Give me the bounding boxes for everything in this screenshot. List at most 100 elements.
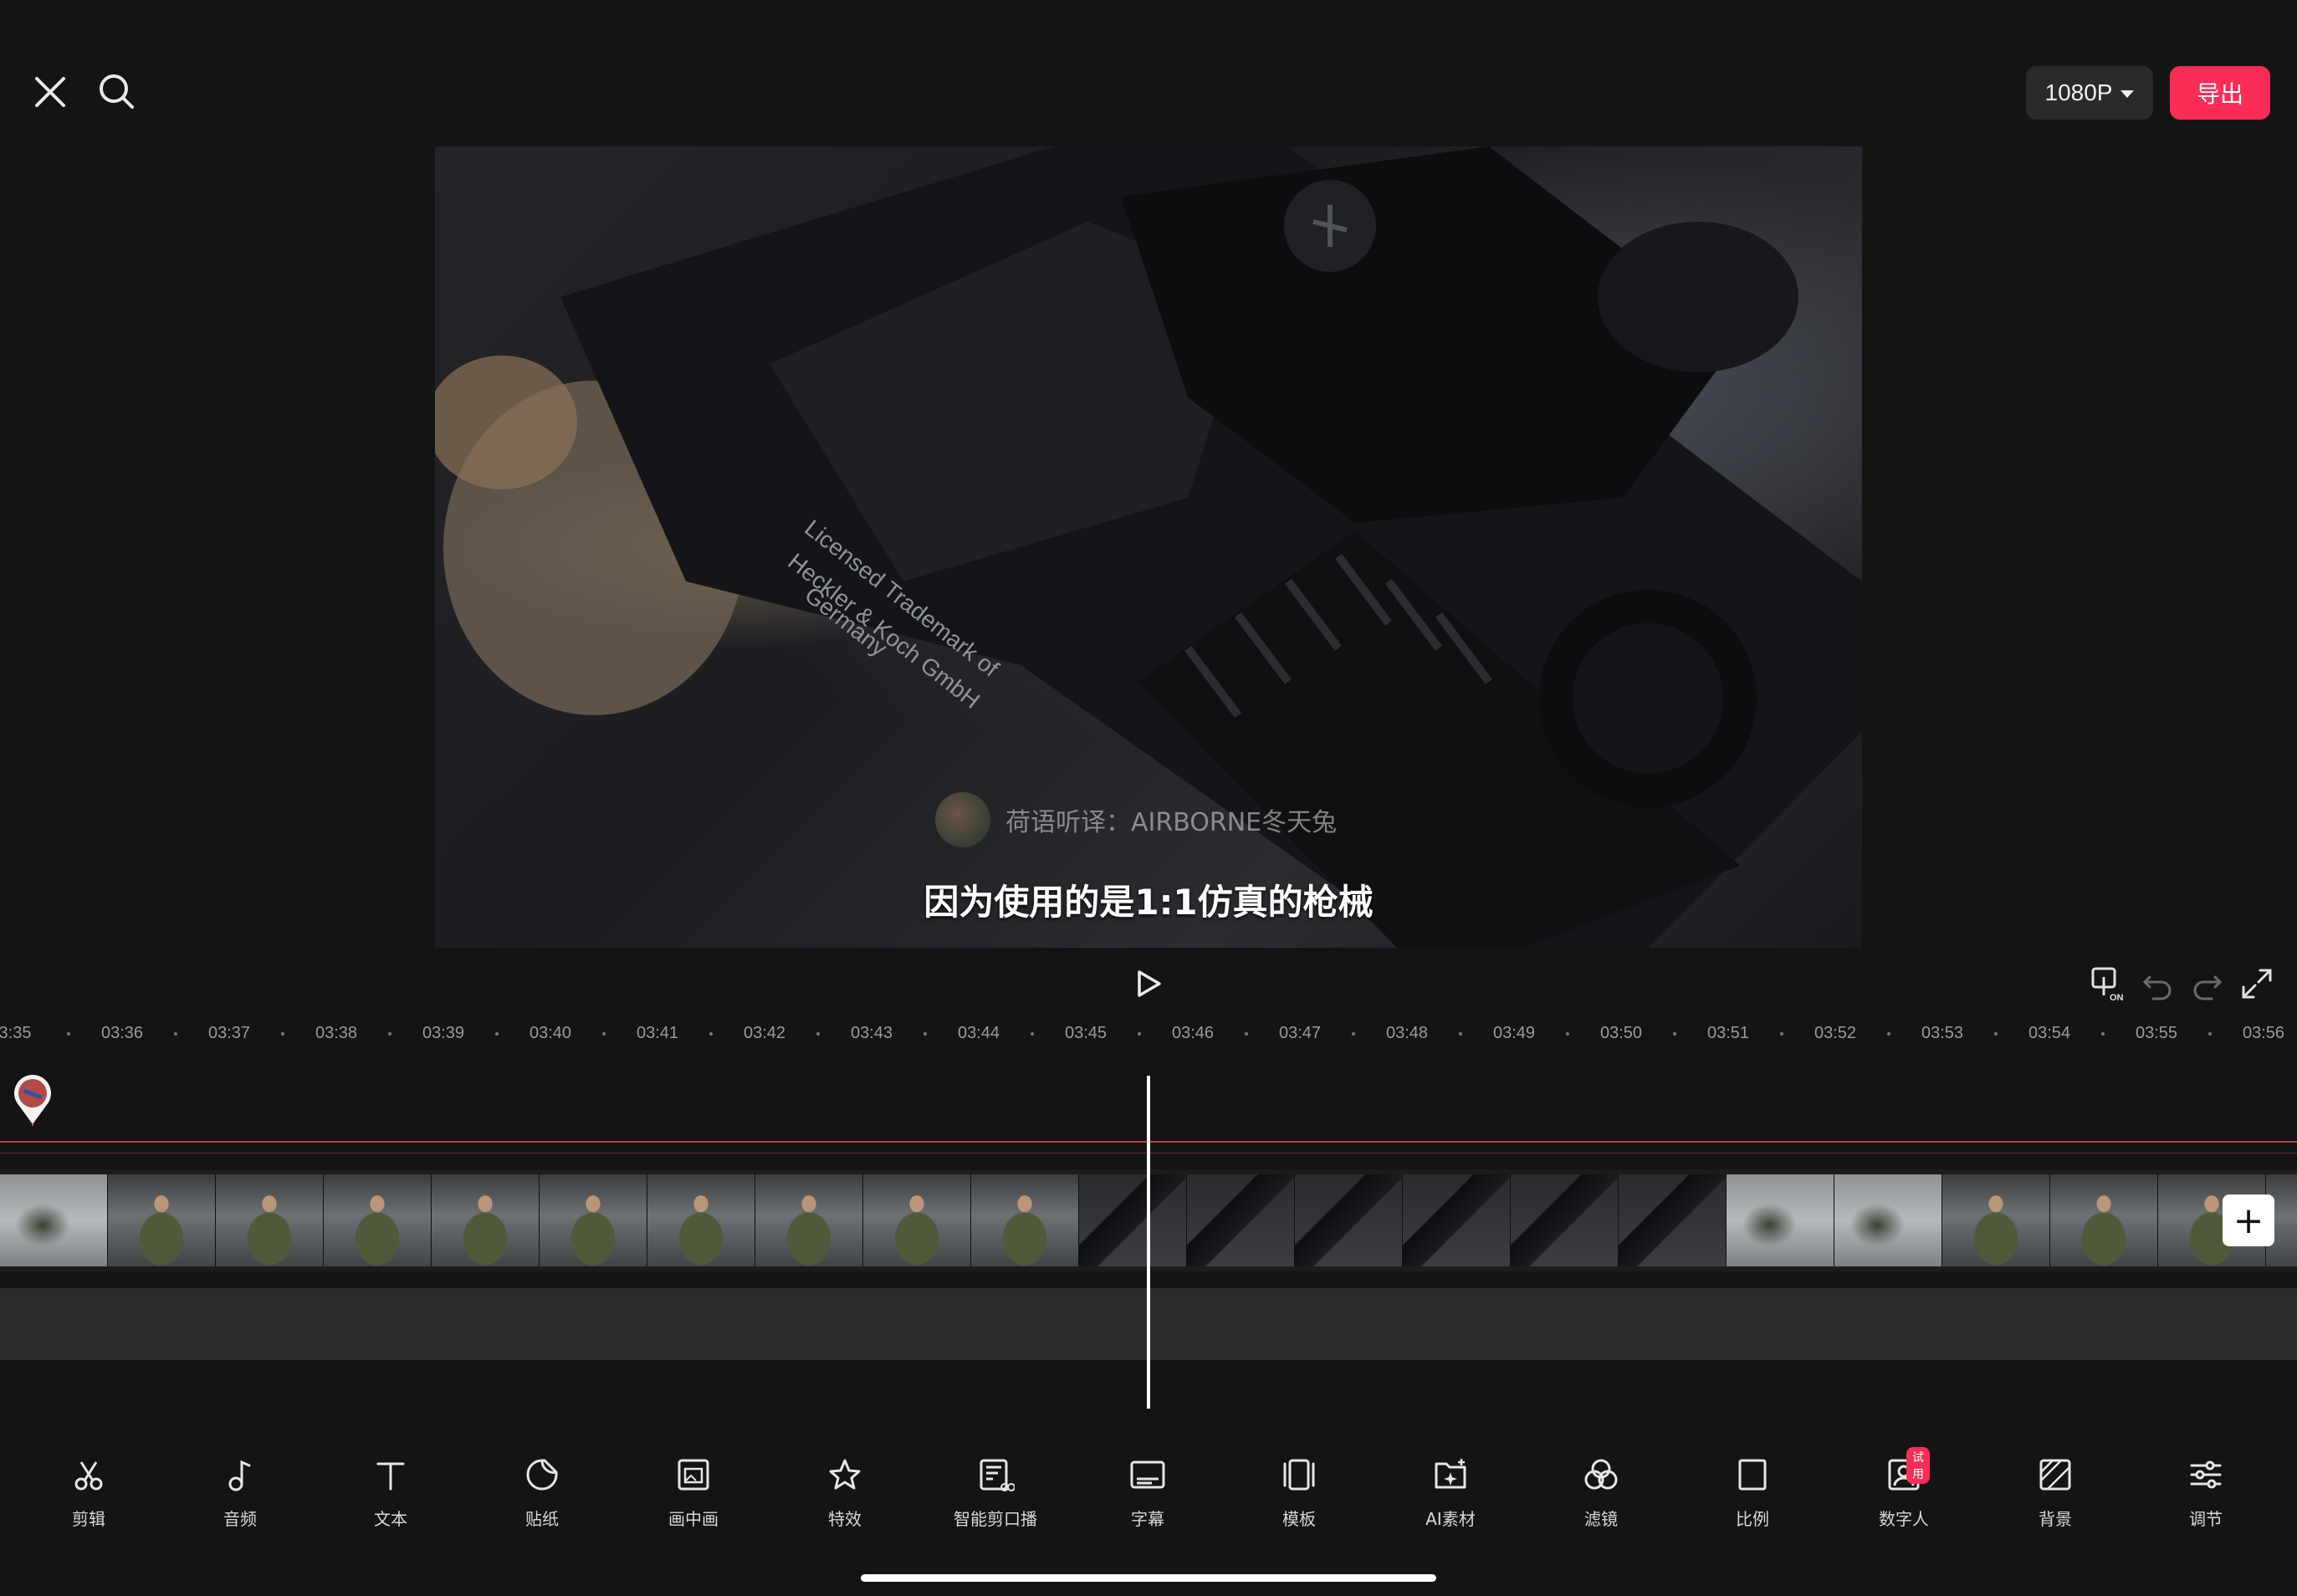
- clip-thumbnail: [2050, 1174, 2158, 1266]
- ruler-tick: [1566, 1032, 1569, 1036]
- clip-thumbnail: [1834, 1174, 1942, 1266]
- ruler-tick: [388, 1032, 391, 1036]
- clip-thumbnail: [324, 1174, 432, 1266]
- clip-thumbnail: [216, 1174, 324, 1266]
- home-indicator[interactable]: [861, 1574, 1436, 1582]
- ruler-time-label: 03:51: [1706, 1024, 1750, 1042]
- ruler-time-label: 03:55: [2135, 1024, 2178, 1042]
- undo-icon[interactable]: [2140, 965, 2177, 1002]
- toolbar-item-smart-cut[interactable]: 智能剪口播: [933, 1455, 1058, 1539]
- clip-thumbnail: [540, 1174, 647, 1266]
- ruler-tick: [495, 1032, 499, 1036]
- video-subtitle[interactable]: 因为使用的是1:1仿真的枪械: [435, 874, 1862, 925]
- toolbar-item-ai-material[interactable]: AI素材: [1388, 1455, 1513, 1539]
- ruler-time-label: 03:45: [1064, 1024, 1108, 1042]
- clip-thumbnail: [108, 1174, 216, 1266]
- ruler-time-label: 03:43: [850, 1024, 893, 1042]
- ruler-tick: [816, 1032, 820, 1036]
- ruler-tick: [1031, 1032, 1034, 1036]
- ruler-tick: [923, 1032, 927, 1036]
- toolbar-item-label: 文本: [374, 1509, 407, 1529]
- export-button[interactable]: 导出: [2170, 66, 2270, 120]
- toolbar-item-label: 比例: [1736, 1509, 1769, 1529]
- watermark-text: 荷语听译：AIRBORNE冬天兔: [1005, 808, 1338, 837]
- toolbar-item-label: 贴纸: [525, 1509, 559, 1529]
- channel-logo: [935, 792, 990, 847]
- clip-thumbnail: [1187, 1174, 1295, 1266]
- toolbar-item-background[interactable]: 背景: [1993, 1455, 2118, 1539]
- toolbar-item-ratio[interactable]: 比例: [1690, 1455, 1815, 1539]
- toolbar-item-sticker[interactable]: 贴纸: [479, 1455, 605, 1539]
- ruler-time-label: 03:54: [2028, 1024, 2071, 1042]
- filter-icon: [1582, 1455, 1620, 1497]
- subtitle-icon: [1128, 1455, 1167, 1497]
- ruler-time-label: 03:40: [529, 1024, 572, 1042]
- cover-marker-icon[interactable]: [10, 1074, 55, 1126]
- ruler-tick: [67, 1032, 70, 1036]
- ai-material-icon: [1431, 1455, 1470, 1497]
- toolbar-item-picture-in-picture[interactable]: 画中画: [631, 1455, 756, 1539]
- ruler-time-label: 03:42: [743, 1024, 786, 1042]
- clip-thumbnail: [1727, 1174, 1834, 1266]
- toolbar-item-effects-star[interactable]: 特效: [782, 1455, 908, 1539]
- ruler-time-label: 03:38: [315, 1024, 358, 1042]
- effects-star-icon: [826, 1455, 864, 1497]
- ruler-tick: [281, 1032, 284, 1036]
- toolbar-item-label: 背景: [2039, 1509, 2072, 1529]
- clip-thumbnail: [1403, 1174, 1511, 1266]
- clip-thumbnail: [1295, 1174, 1403, 1266]
- music-note-icon: [221, 1455, 259, 1497]
- toolbar-item-music-note[interactable]: 音频: [177, 1455, 303, 1539]
- toolbar-item-adjust[interactable]: 调节: [2143, 1455, 2269, 1539]
- toolbar-item-text[interactable]: 文本: [328, 1455, 453, 1539]
- text-icon: [371, 1455, 410, 1497]
- ruler-tick: [1780, 1032, 1783, 1036]
- toolbar-item-label: 音频: [223, 1509, 257, 1529]
- ruler-time-label: 03:39: [422, 1024, 465, 1042]
- video-preview[interactable]: Licensed Trademark of Heckler & Koch Gmb…: [435, 146, 1862, 948]
- toolbar-item-label: 滤镜: [1584, 1509, 1618, 1529]
- toolbar-item-label: 调节: [2189, 1509, 2223, 1529]
- sticker-icon: [523, 1455, 561, 1497]
- ruler-time-label: 3:35: [0, 1024, 32, 1042]
- digital-human-icon: 试用: [1885, 1447, 1930, 1497]
- playhead[interactable]: [1147, 1076, 1150, 1409]
- picture-in-picture-icon: [674, 1455, 713, 1497]
- fullscreen-icon[interactable]: [2238, 965, 2275, 1002]
- ruler-tick: [1994, 1032, 1998, 1036]
- clip-thumbnail: [1079, 1174, 1187, 1266]
- toolbar-item-subtitle[interactable]: 字幕: [1085, 1455, 1210, 1539]
- keyframe-on-icon[interactable]: ON: [2090, 965, 2126, 1003]
- play-icon[interactable]: [1129, 965, 1166, 1002]
- clip-thumbnail: [647, 1174, 755, 1266]
- clip-thumbnail: [1619, 1174, 1727, 1266]
- template-icon: [1280, 1455, 1318, 1497]
- ruler-tick: [1673, 1032, 1676, 1036]
- toolbar-item-label: 数字人: [1879, 1509, 1929, 1529]
- ruler-time-label: 03:53: [1921, 1024, 1964, 1042]
- scissors-icon: [69, 1455, 108, 1497]
- ruler-tick: [1352, 1032, 1355, 1036]
- toolbar-item-scissors[interactable]: 剪辑: [26, 1455, 151, 1539]
- clip-thumbnail: [432, 1174, 540, 1266]
- watermark: 荷语听译：AIRBORNE冬天兔: [935, 790, 1337, 849]
- ruler-tick: [709, 1032, 713, 1036]
- ruler-time-label: 03:44: [957, 1024, 1000, 1042]
- close-icon[interactable]: [28, 70, 72, 114]
- toolbar-item-label: 智能剪口播: [954, 1509, 1037, 1529]
- caret-down-icon: [2121, 90, 2135, 98]
- clip-thumbnail: [1511, 1174, 1619, 1266]
- toolbar-item-template[interactable]: 模板: [1236, 1455, 1362, 1539]
- resolution-dropdown[interactable]: 1080P: [2026, 66, 2153, 120]
- bottom-toolbar: 剪辑 音频 文本 贴纸 画中画 特效 智能剪口播 字幕 模板 AI素材 滤镜 比例 试用 数字人 背景 调节: [0, 1447, 2297, 1547]
- timeline-ruler[interactable]: 3:35 03:36 03:37 03:38 03:39 03:40 03:41 03:42 0…: [0, 1019, 2297, 1052]
- toolbar-item-digital-human[interactable]: 试用数字人: [1841, 1447, 1967, 1539]
- search-icon[interactable]: [95, 70, 139, 114]
- toolbar-item-label: 画中画: [668, 1509, 719, 1529]
- ruler-tick: [2208, 1032, 2212, 1036]
- redo-icon[interactable]: [2188, 965, 2225, 1002]
- add-clip-button[interactable]: +: [2223, 1194, 2274, 1246]
- ruler-tick: [1887, 1032, 1890, 1036]
- smart-cut-icon: [976, 1455, 1015, 1497]
- toolbar-item-filter[interactable]: 滤镜: [1538, 1455, 1664, 1539]
